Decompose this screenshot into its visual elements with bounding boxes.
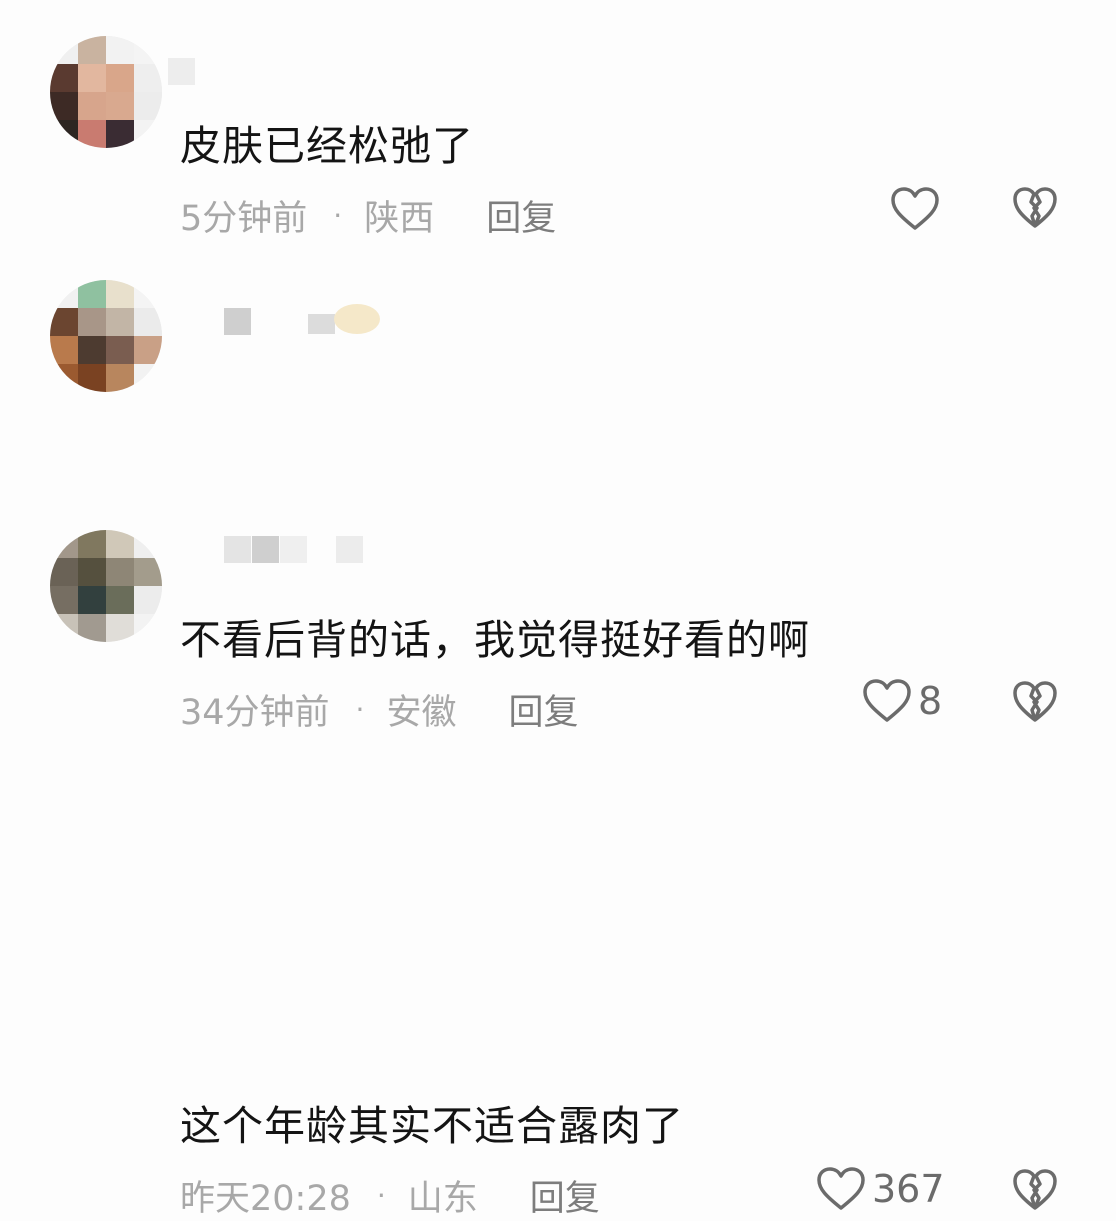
comment-item: 这个年龄其实不适合露肉了 昨天20:28 · 山东 回复 367 [0,490,1116,1219]
like-button[interactable]: 367 [816,1166,945,1212]
like-button[interactable] [890,186,940,232]
dislike-button[interactable] [1012,186,1058,230]
comment-meta: 昨天20:28 · 山东 回复 [180,1170,600,1221]
comment-item: 不看后背的话，我觉得挺好看的啊 34分钟前 · 安徽 回复 8 [0,248,1116,733]
reply-button[interactable]: 回复 [530,1170,600,1221]
meta-separator: · [333,199,343,232]
comment-text: 皮肤已经松弛了 [180,122,474,170]
comment-item: 皮肤已经松弛了 5分钟前 · 陕西 回复 [0,0,1116,240]
heart-outline-icon [816,1166,866,1212]
username-blurred[interactable] [182,536,402,564]
comment-time: 昨天20:28 [180,1179,351,1219]
comment-time: 5分钟前 [180,199,308,239]
avatar[interactable] [50,36,162,148]
avatar[interactable] [50,530,162,642]
meta-separator: · [376,1179,386,1212]
broken-heart-icon [1012,186,1058,230]
comment-text: 这个年龄其实不适合露肉了 [180,1102,684,1150]
username-blurred[interactable] [168,58,402,86]
username-blurred[interactable] [182,304,402,336]
like-count: 367 [872,1167,945,1211]
heart-outline-icon [890,186,940,232]
comment-location: 山东 [407,1179,478,1219]
broken-heart-icon [1012,1168,1058,1212]
comment-meta: 5分钟前 · 陕西 回复 [180,190,556,241]
avatar[interactable] [50,280,162,392]
dislike-button[interactable] [1012,1168,1058,1212]
comment-location: 陕西 [364,199,435,239]
reply-button[interactable]: 回复 [486,190,556,241]
